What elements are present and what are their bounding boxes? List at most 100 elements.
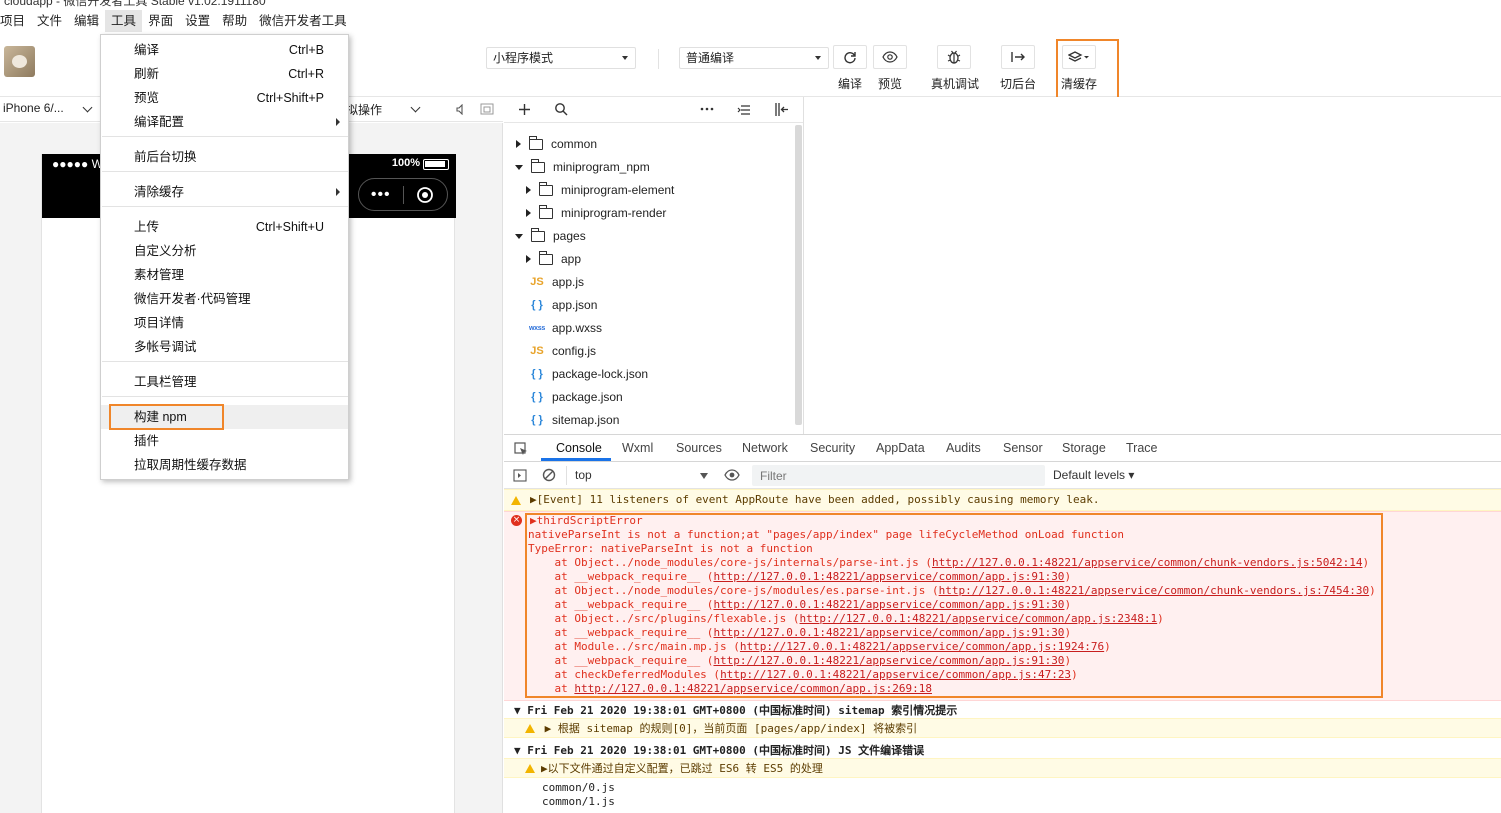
tree-item-label: package-lock.json	[552, 367, 649, 381]
close-target-icon[interactable]	[403, 186, 447, 204]
menu-item-label: 多帐号调试	[134, 340, 197, 354]
console-filter-input[interactable]: Filter	[752, 465, 1045, 486]
add-icon[interactable]	[518, 103, 531, 116]
menu-item-compile-config[interactable]: 编译配置	[101, 110, 348, 134]
filter-placeholder: Filter	[760, 469, 787, 483]
compile-button[interactable]: 编译	[833, 45, 867, 92]
tree-file-package-lock-json[interactable]: { } package-lock.json	[529, 364, 648, 384]
tab-trace[interactable]: Trace	[1126, 441, 1158, 455]
clear-console-icon[interactable]	[542, 468, 556, 482]
tab-storage[interactable]: Storage	[1062, 441, 1106, 455]
tree-item-label: package.json	[552, 390, 623, 404]
preview-button[interactable]: 预览	[873, 45, 907, 92]
menu-wechat-devtools[interactable]: 微信开发者工具	[253, 10, 353, 32]
menu-item-foreground-background[interactable]: 前后台切换	[101, 145, 348, 169]
search-icon[interactable]	[554, 102, 568, 116]
inspect-element-icon[interactable]	[514, 442, 528, 456]
tree-file-app-wxss[interactable]: wxss app.wxss	[529, 318, 602, 338]
menu-help[interactable]: 帮助	[216, 10, 253, 32]
menu-file[interactable]: 文件	[31, 10, 68, 32]
sidebar-toggle-icon[interactable]	[513, 469, 527, 482]
tree-folder-common[interactable]: common	[516, 134, 597, 154]
context-select[interactable]: top	[566, 466, 711, 485]
tree-item-label: miniprogram-element	[561, 183, 675, 197]
console-warning-row[interactable]: ▶[Event] 11 listeners of event AppRoute …	[504, 489, 1501, 511]
console-warning-row[interactable]: ▶以下文件通过自定义配置，已跳过 ES6 转 ES5 的处理	[504, 758, 1501, 778]
tree-item-label: app.wxss	[552, 321, 603, 335]
tree-file-sitemap-json[interactable]: { } sitemap.json	[529, 410, 619, 430]
console-warning-row[interactable]: ▶ 根据 sitemap 的规则[0]，当前页面 [pages/app/inde…	[504, 718, 1501, 738]
collapse-all-icon[interactable]	[737, 104, 751, 116]
file-tree-scrollbar[interactable]	[795, 125, 802, 425]
json-file-icon: { }	[531, 414, 543, 426]
live-expression-eye-icon[interactable]	[724, 469, 740, 481]
device-select[interactable]: iPhone 6/...	[3, 101, 64, 115]
mode-select[interactable]: 小程序模式	[486, 47, 636, 69]
menu-item-label: 插件	[134, 434, 160, 448]
tree-folder-miniprogram-element[interactable]: miniprogram-element	[526, 180, 674, 200]
js-file-icon: JS	[530, 276, 544, 288]
tree-item-label: sitemap.json	[552, 413, 620, 427]
toggle-sidebar-icon[interactable]	[774, 102, 789, 117]
window-icon[interactable]	[480, 103, 494, 115]
chevron-right-icon	[526, 186, 531, 194]
operation-select[interactable]: 拟操作	[346, 101, 382, 118]
tab-sensor[interactable]: Sensor	[1003, 441, 1043, 455]
tree-folder-pages[interactable]: pages	[515, 226, 586, 246]
menu-item-preview[interactable]: 预览 Ctrl+Shift+P	[101, 86, 348, 110]
menu-view[interactable]: 界面	[142, 10, 179, 32]
remote-debug-button[interactable]: 真机调试	[931, 45, 979, 92]
menu-item-fetch-periodic-cache[interactable]: 拉取周期性缓存数据	[101, 453, 348, 477]
chevron-right-icon	[526, 209, 531, 217]
menu-item-clear-cache[interactable]: 清除缓存	[101, 180, 348, 204]
tree-folder-miniprogram-render[interactable]: miniprogram-render	[526, 203, 666, 223]
file-list-item: common/0.js	[542, 781, 615, 794]
tree-folder-app[interactable]: app	[526, 249, 581, 269]
active-tab-indicator	[541, 458, 611, 461]
menu-project[interactable]: 项目	[0, 10, 31, 32]
speaker-icon[interactable]	[456, 104, 466, 115]
folder-open-icon	[531, 227, 545, 242]
menu-item-asset-manager[interactable]: 素材管理	[101, 263, 348, 287]
tab-console[interactable]: Console	[556, 441, 602, 455]
menu-edit[interactable]: 编辑	[68, 10, 105, 32]
menu-item-project-details[interactable]: 项目详情	[101, 311, 348, 335]
menu-item-toolbar-manager[interactable]: 工具栏管理	[101, 370, 348, 394]
menu-divider	[102, 136, 348, 137]
chevron-right-icon	[336, 188, 340, 196]
menu-item-code-management[interactable]: 微信开发者·代码管理	[101, 287, 348, 311]
editor-area[interactable]	[803, 97, 1501, 434]
battery-icon	[423, 159, 449, 170]
background-label: 切后台	[999, 77, 1036, 91]
menu-tools[interactable]: 工具	[105, 10, 143, 32]
avatar[interactable]	[4, 46, 35, 77]
tree-file-config-js[interactable]: JS config.js	[529, 341, 596, 361]
menu-item-multi-account-debug[interactable]: 多帐号调试	[101, 335, 348, 359]
more-dots-icon[interactable]: •••	[359, 186, 403, 204]
tree-file-package-json[interactable]: { } package.json	[529, 387, 623, 407]
tab-security[interactable]: Security	[810, 441, 855, 455]
menu-item-compile[interactable]: 编译 Ctrl+B	[101, 38, 348, 62]
tree-folder-miniprogram-npm[interactable]: miniprogram_npm	[515, 157, 650, 177]
menu-settings[interactable]: 设置	[179, 10, 216, 32]
background-button[interactable]: 切后台	[998, 45, 1038, 92]
compile-select-value: 普通编译	[686, 51, 735, 65]
chevron-down-icon	[700, 473, 708, 479]
tree-file-app-json[interactable]: { } app.json	[529, 295, 597, 315]
compile-select[interactable]: 普通编译	[679, 47, 829, 69]
tab-sources[interactable]: Sources	[676, 441, 722, 455]
menu-item-label: 工具栏管理	[134, 375, 197, 389]
tab-wxml[interactable]: Wxml	[622, 441, 653, 455]
menu-item-upload[interactable]: 上传 Ctrl+Shift+U	[101, 215, 348, 239]
menu-item-plugins[interactable]: 插件	[101, 429, 348, 453]
log-levels-select[interactable]: Default levels ▾	[1053, 468, 1134, 482]
menu-item-custom-analysis[interactable]: 自定义分析	[101, 239, 348, 263]
menu-item-label: 刷新	[134, 67, 160, 81]
tab-network[interactable]: Network	[742, 441, 788, 455]
more-icon[interactable]	[700, 107, 714, 111]
tab-audits[interactable]: Audits	[946, 441, 981, 455]
tab-appdata[interactable]: AppData	[876, 441, 925, 455]
menu-item-refresh[interactable]: 刷新 Ctrl+R	[101, 62, 348, 86]
chevron-down-icon	[815, 56, 821, 60]
tree-file-app-js[interactable]: JS app.js	[529, 272, 584, 292]
